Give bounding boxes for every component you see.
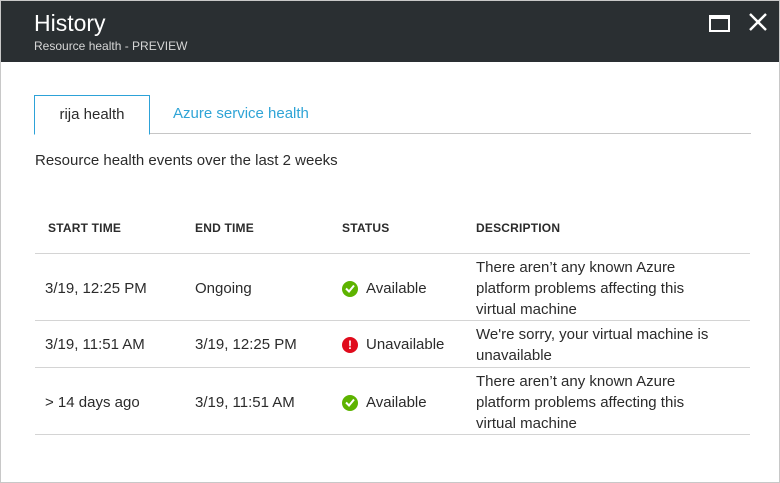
description-line: virtual machine bbox=[476, 415, 577, 432]
health-events-table: START TIME END TIME STATUS DESCRIPTION 3… bbox=[35, 207, 750, 435]
maximize-icon[interactable] bbox=[709, 15, 730, 32]
history-blade: History Resource health - PREVIEW rija h… bbox=[0, 0, 780, 483]
table-header: START TIME END TIME STATUS DESCRIPTION bbox=[35, 207, 750, 254]
description-line: unavailable bbox=[476, 347, 552, 364]
description-line: platform problems affecting this bbox=[476, 394, 685, 411]
checkmark-icon bbox=[342, 394, 358, 411]
table-row: > 14 days ago 3/19, 11:51 AM Available T… bbox=[35, 368, 750, 435]
blade-title: History bbox=[34, 10, 106, 36]
description-line: There aren’t any known Azure bbox=[476, 373, 676, 390]
blade-subtitle: Resource health - PREVIEW bbox=[34, 39, 188, 53]
description-line: virtual machine bbox=[476, 301, 577, 318]
status-cell: Available bbox=[342, 278, 427, 299]
description-cell: We're sorry, your virtual machine is una… bbox=[476, 324, 731, 366]
description-line: platform problems affecting this bbox=[476, 280, 685, 297]
table-row: 3/19, 11:51 AM 3/19, 12:25 PM ! Unavaila… bbox=[35, 321, 750, 368]
tab-strip: rija health Azure service health bbox=[34, 95, 751, 135]
table-row: 3/19, 12:25 PM Ongoing Available There a… bbox=[35, 254, 750, 321]
events-caption: Resource health events over the last 2 w… bbox=[35, 152, 338, 169]
column-description: DESCRIPTION bbox=[476, 221, 561, 235]
start-time-cell: > 14 days ago bbox=[45, 394, 140, 411]
checkmark-icon bbox=[342, 280, 358, 297]
tab-resource-health[interactable]: rija health bbox=[34, 95, 150, 135]
description-cell: There aren’t any known Azure platform pr… bbox=[476, 371, 731, 434]
column-status: STATUS bbox=[342, 221, 390, 235]
tab-azure-service-health[interactable]: Azure service health bbox=[173, 95, 309, 134]
status-cell: ! Unavailable bbox=[342, 334, 444, 355]
blade-header: History Resource health - PREVIEW bbox=[1, 1, 779, 62]
end-time-cell: Ongoing bbox=[195, 280, 252, 297]
close-icon[interactable] bbox=[747, 10, 769, 34]
error-icon: ! bbox=[342, 336, 358, 353]
column-start-time: START TIME bbox=[48, 221, 122, 235]
end-time-cell: 3/19, 12:25 PM bbox=[195, 336, 297, 353]
start-time-cell: 3/19, 12:25 PM bbox=[45, 280, 147, 297]
status-text: Available bbox=[366, 280, 427, 297]
status-text: Available bbox=[366, 394, 427, 411]
description-line: We're sorry, your virtual machine is bbox=[476, 326, 709, 343]
column-end-time: END TIME bbox=[195, 221, 254, 235]
end-time-cell: 3/19, 11:51 AM bbox=[195, 394, 295, 411]
status-cell: Available bbox=[342, 392, 427, 413]
start-time-cell: 3/19, 11:51 AM bbox=[45, 336, 145, 353]
description-line: There aren’t any known Azure bbox=[476, 259, 676, 276]
description-cell: There aren’t any known Azure platform pr… bbox=[476, 257, 731, 320]
status-text: Unavailable bbox=[366, 336, 445, 353]
